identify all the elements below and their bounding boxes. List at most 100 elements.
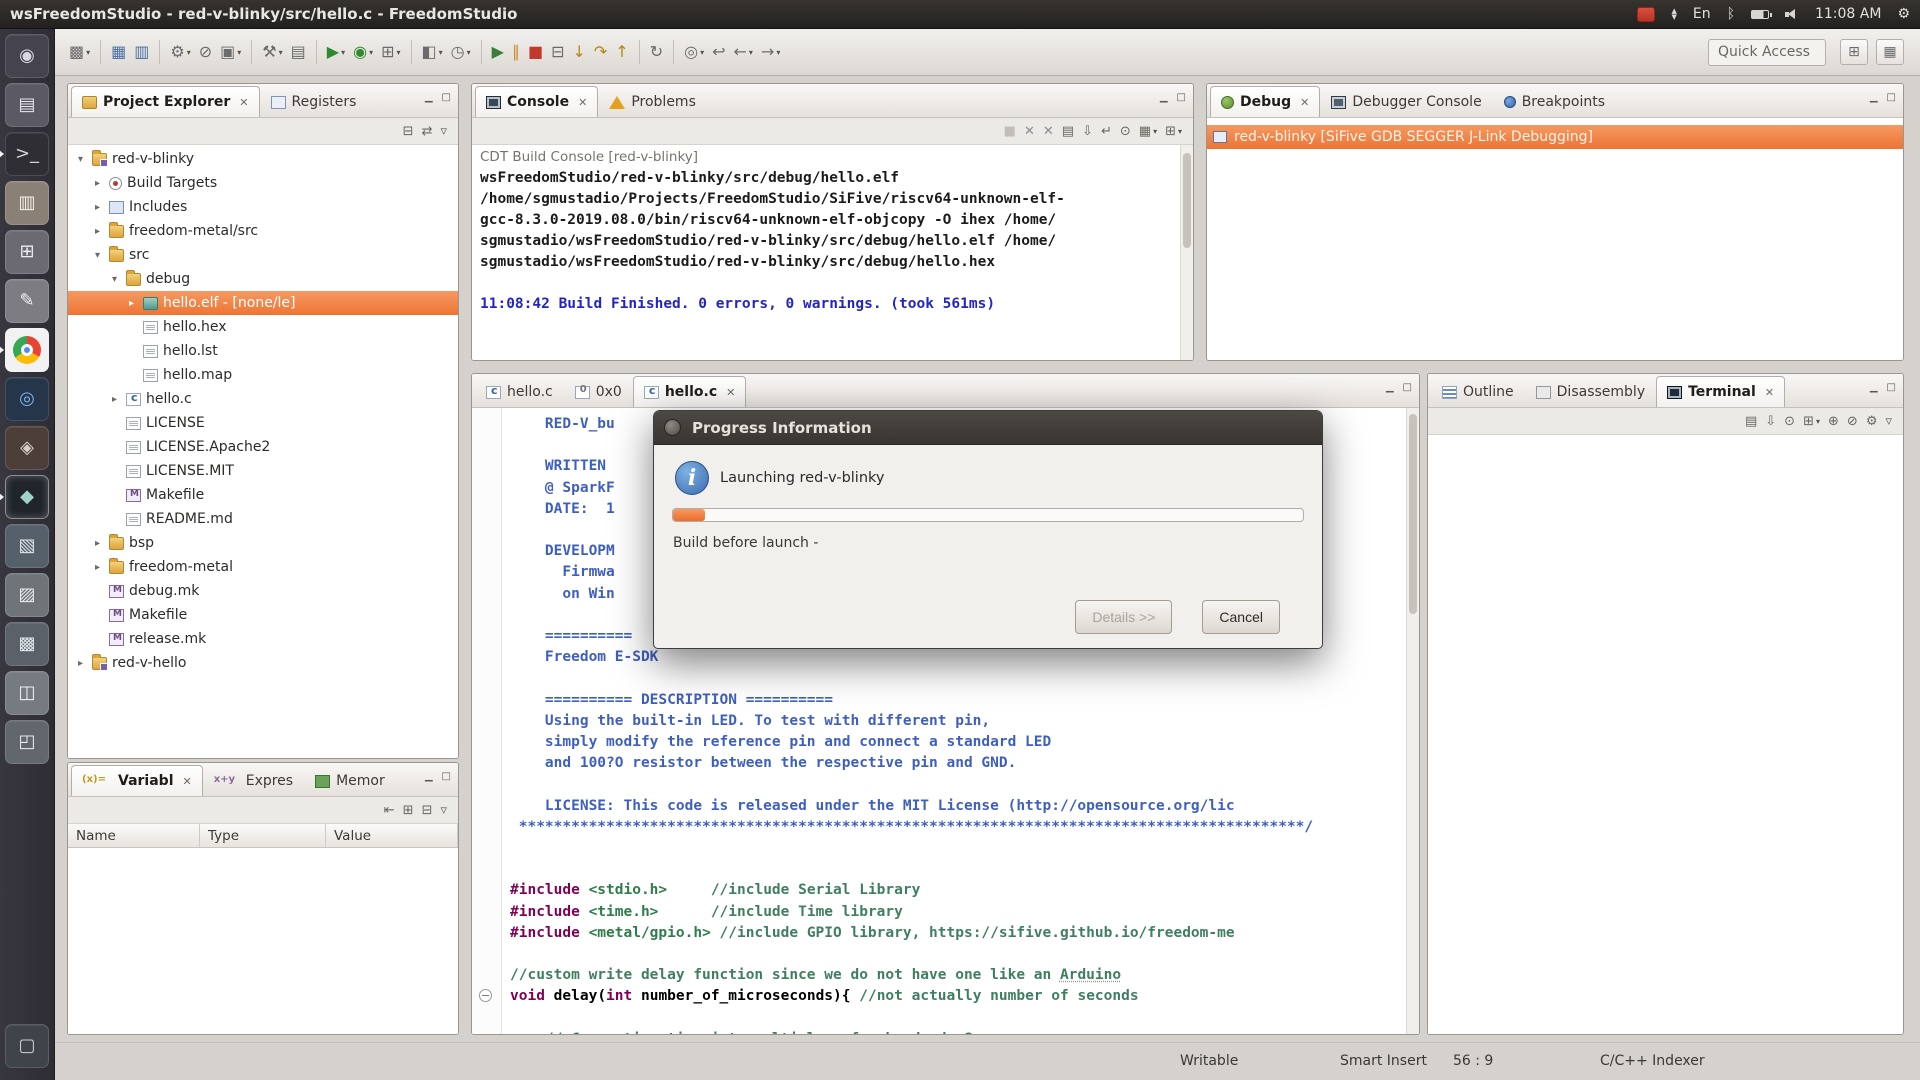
view-menu-icon[interactable]: ▿	[1882, 410, 1895, 432]
terminal-body[interactable]	[1428, 435, 1903, 1034]
tree-item-release-mk[interactable]: release.mk	[68, 627, 458, 651]
tree-item-freedom-metal[interactable]: ▸freedom-metal	[68, 555, 458, 579]
view-menu-icon[interactable]: ▿	[437, 120, 450, 142]
launcher-trash[interactable]: ▢	[5, 1024, 49, 1068]
expander-icon[interactable]: ▸	[91, 202, 104, 213]
launcher-calculator[interactable]: ⊞	[5, 230, 49, 274]
network-icon[interactable]: ▲▼	[1671, 8, 1676, 20]
minimize-icon[interactable]: ▁	[1386, 383, 1394, 393]
dialog-titlebar[interactable]: Progress Information	[654, 411, 1322, 445]
variables-tab-variabl[interactable]: Variabl✕	[71, 765, 203, 796]
launcher-gimp[interactable]: ◈	[5, 426, 49, 470]
terminate-icon[interactable]: ■	[525, 39, 546, 66]
outline-tab-terminal[interactable]: Terminal✕	[1656, 376, 1785, 407]
tree-item-build-targets[interactable]: ▸Build Targets	[68, 171, 458, 195]
scrollbar-thumb[interactable]	[1409, 414, 1417, 614]
last-edit-location-icon[interactable]: ↩	[709, 39, 728, 66]
launcher-chrome[interactable]	[5, 328, 49, 372]
word-wrap-icon[interactable]: ↵	[1098, 120, 1115, 142]
tree-item-license[interactable]: LICENSE	[68, 411, 458, 435]
fold-marker[interactable]: −	[479, 989, 492, 1002]
editor-tab-hello-c[interactable]: hello.c✕	[633, 376, 747, 407]
tree-item-red-v-blinky[interactable]: ▾red-v-blinky	[68, 147, 458, 171]
maximize-icon[interactable]: □	[442, 93, 451, 103]
outline-tab-outline[interactable]: Outline	[1431, 376, 1525, 407]
editor-tab-hello-c[interactable]: hello.c	[475, 376, 564, 407]
remove-launch-icon[interactable]: ✕	[1021, 120, 1038, 142]
launcher-media-player[interactable]: ◎	[5, 377, 49, 421]
keyboard-layout[interactable]: En	[1693, 6, 1711, 22]
expander-icon[interactable]: ▸	[125, 298, 138, 309]
editor-scrollbar[interactable]	[1406, 408, 1419, 1034]
clear-console-icon[interactable]: ▤	[1059, 120, 1077, 142]
expander-icon[interactable]: ▾	[91, 250, 104, 261]
details-button[interactable]: Details >>	[1075, 600, 1172, 634]
expander-icon[interactable]: ▸	[74, 658, 87, 669]
back-icon[interactable]: ←▾	[731, 39, 756, 66]
expander-icon[interactable]: ▸	[108, 394, 121, 405]
step-return-icon[interactable]: ↑	[612, 39, 631, 66]
tree-item-hello-hex[interactable]: hello.hex	[68, 315, 458, 339]
terminate-icon[interactable]: ■	[1001, 120, 1019, 142]
tree-item-freedom-metal-src[interactable]: ▸freedom-metal/src	[68, 219, 458, 243]
collapse-all-icon[interactable]: ⊟	[400, 120, 417, 142]
tree-item-debug[interactable]: ▾debug	[68, 267, 458, 291]
expander-icon[interactable]: ▸	[91, 226, 104, 237]
launcher-terminal[interactable]: >_	[5, 132, 49, 176]
tree-item-debug-mk[interactable]: debug.mk	[68, 579, 458, 603]
tree-item-makefile[interactable]: Makefile	[68, 483, 458, 507]
session-gear-icon[interactable]: ⚙	[1897, 6, 1910, 22]
skip-breakpoints-icon[interactable]: ⊘	[196, 39, 215, 66]
expander-icon[interactable]: ▸	[91, 178, 104, 189]
tree-item-includes[interactable]: ▸Includes	[68, 195, 458, 219]
terminal-settings-icon[interactable]: ⚙	[1863, 410, 1881, 432]
close-icon[interactable]	[664, 419, 681, 436]
scroll-lock-icon[interactable]: ⇩	[1762, 410, 1779, 432]
close-icon[interactable]: ✕	[183, 775, 192, 788]
disconnect-icon[interactable]: ⊟	[548, 39, 567, 66]
mark-occurrences-icon[interactable]: ▣▾	[217, 39, 244, 66]
tree-item-bsp[interactable]: ▸bsp	[68, 531, 458, 555]
variables-body[interactable]	[68, 848, 458, 1034]
column-header-name[interactable]: Name	[68, 824, 200, 847]
tree-item-hello-map[interactable]: hello.map	[68, 363, 458, 387]
save-all-icon[interactable]: ▥	[131, 39, 152, 66]
launcher-archive-manager[interactable]: ▥	[5, 181, 49, 225]
variables-tab-expres[interactable]: Expres	[203, 765, 304, 796]
collapse-all-icon[interactable]: ⊟	[419, 799, 436, 821]
new-terminal-icon[interactable]: ⊞▾	[1800, 410, 1823, 432]
launcher-app-printer[interactable]: ◰	[5, 720, 49, 764]
link-with-editor-icon[interactable]: ⇄	[419, 120, 436, 142]
minimize-icon[interactable]: ▁	[1870, 383, 1878, 393]
column-header-type[interactable]: Type	[200, 824, 326, 847]
connect-terminal-icon[interactable]: ⊕	[1825, 410, 1842, 432]
battery-icon[interactable]	[1751, 10, 1769, 19]
debug-tab-debug[interactable]: Debug✕	[1210, 86, 1320, 117]
open-console-icon[interactable]: ⊞▾	[1162, 120, 1185, 142]
run-icon[interactable]: ▶▾	[324, 39, 348, 66]
launcher-files[interactable]: ▤	[5, 83, 49, 127]
step-over-icon[interactable]: ↷	[591, 39, 610, 66]
project-explorer-tab-project-explorer[interactable]: Project Explorer✕	[71, 86, 260, 117]
new-console-icon[interactable]: ▤	[288, 39, 309, 66]
column-header-value[interactable]: Value	[326, 824, 458, 847]
console-tab-problems[interactable]: Problems	[598, 86, 707, 117]
pin-console-icon[interactable]: ⊙	[1117, 120, 1134, 142]
minimize-icon[interactable]: ▁	[425, 93, 433, 103]
clock[interactable]: 11:08 AM	[1815, 6, 1881, 22]
maximize-icon[interactable]: □	[442, 772, 451, 782]
debug-tab-breakpoints[interactable]: Breakpoints	[1493, 86, 1616, 117]
add-variable-icon[interactable]: ⊞	[400, 799, 417, 821]
variables-tab-memor[interactable]: Memor	[304, 765, 396, 796]
close-icon[interactable]: ✕	[578, 96, 587, 109]
minimize-icon[interactable]: ▁	[1160, 93, 1168, 103]
outline-tab-disassembly[interactable]: Disassembly	[1525, 376, 1656, 407]
expander-icon[interactable]: ▸	[91, 562, 104, 573]
launcher-app-settings[interactable]: ▨	[5, 573, 49, 617]
close-icon[interactable]: ✕	[239, 96, 248, 109]
suspend-icon[interactable]: ∥	[509, 39, 523, 66]
profile-icon[interactable]: ◷▾	[448, 39, 474, 66]
launcher-app-disk[interactable]: ◫	[5, 671, 49, 715]
console-scrollbar[interactable]	[1180, 145, 1193, 360]
launcher-app-monitor[interactable]: ▩	[5, 622, 49, 666]
